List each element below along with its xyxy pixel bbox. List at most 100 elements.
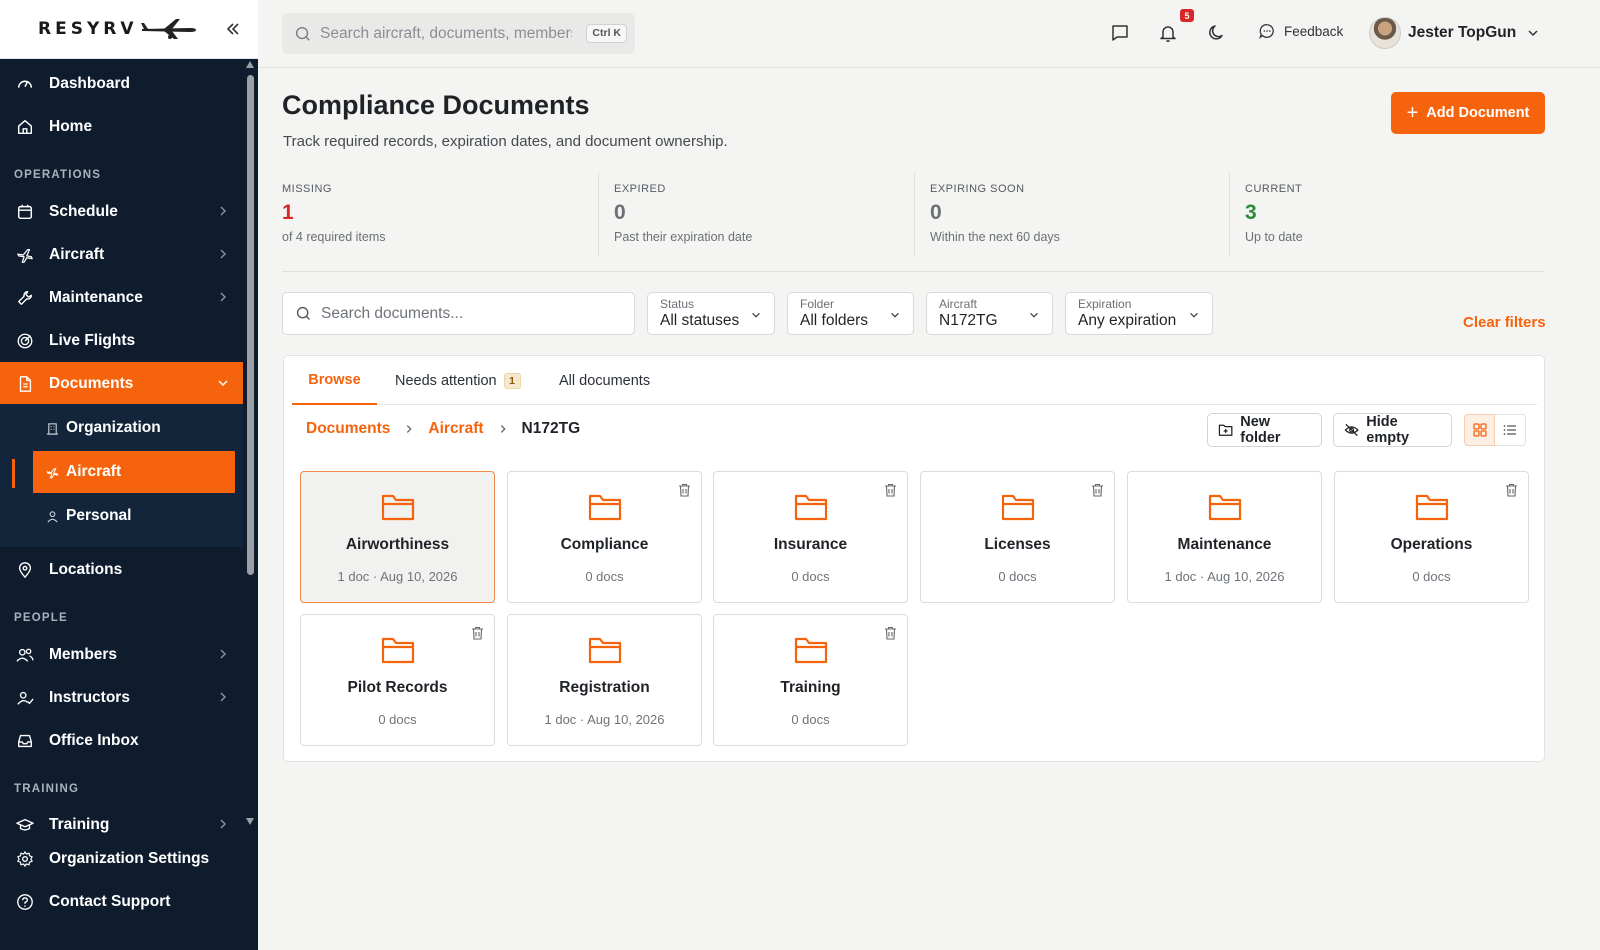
document-search-input[interactable]: Search documents... [282,292,635,335]
stat-label: EXPIRING SOON [930,183,1025,195]
new-folder-button[interactable]: New folder [1207,413,1322,447]
breadcrumb: Documents Aircraft N172TG [306,420,580,438]
folder-filter-select[interactable]: Folder All folders [787,292,914,335]
filter-value: All folders [800,312,869,329]
breadcrumb-aircraft[interactable]: Aircraft [428,420,483,438]
radar-icon [15,331,35,351]
tab-needs-attention[interactable]: Needs attention 1 [395,356,521,405]
moon-icon[interactable] [1206,22,1228,44]
sidebar-subitem-personal[interactable]: Personal [33,495,235,537]
trash-icon[interactable] [1091,483,1104,497]
scroll-down-arrow-icon[interactable] [246,818,254,825]
folder-card[interactable]: Registration 1 doc · Aug 10, 2026 [507,614,702,746]
chevron-down-icon [218,380,228,387]
users-icon [15,645,35,665]
stat-expiring-soon: EXPIRING SOON 0 Within the next 60 days [914,172,1230,256]
bell-icon[interactable] [1157,22,1179,44]
folder-card[interactable]: Maintenance 1 doc · Aug 10, 2026 [1127,471,1322,603]
sidebar-item-members[interactable]: Members [0,633,243,676]
clear-filters-link[interactable]: Clear filters [1463,314,1546,331]
folder-icon [381,637,415,664]
trash-icon[interactable] [471,626,484,640]
trash-icon[interactable] [1505,483,1518,497]
folder-meta: 1 doc · Aug 10, 2026 [1164,569,1285,584]
scrollbar-thumb[interactable] [247,75,254,575]
hide-empty-button[interactable]: Hide empty [1333,413,1452,447]
sidebar-item-instructors[interactable]: Instructors [0,676,243,719]
grid-view-button[interactable] [1464,414,1495,446]
scroll-up-arrow-icon[interactable] [246,61,254,68]
breadcrumb-documents[interactable]: Documents [306,420,390,438]
sidebar: RESYRV Dashboard Home OPERATIONS Schedul… [0,0,258,950]
sidebar-item-locations[interactable]: Locations [0,548,243,591]
sidebar-item-dashboard[interactable]: Dashboard [0,62,243,105]
sidebar-item-documents[interactable]: Documents [0,362,243,405]
status-filter-select[interactable]: Status All statuses [647,292,775,335]
sidebar-item-live-flights[interactable]: Live Flights [0,319,243,362]
expiration-filter-select[interactable]: Expiration Any expiration [1065,292,1213,335]
sidebar-item-training[interactable]: Training [0,803,243,833]
feedback-button[interactable]: Feedback [1258,22,1343,40]
tab-label: Needs attention [395,372,497,389]
sidebar-item-contact-support[interactable]: Contact Support [0,880,258,923]
trash-icon[interactable] [678,483,691,497]
folder-meta: 0 docs [1412,569,1451,584]
folder-name: Licenses [984,536,1051,553]
sidebar-item-organization-settings[interactable]: Organization Settings [0,837,258,880]
list-view-button[interactable] [1495,414,1526,446]
sidebar-scrollbar[interactable] [243,59,258,833]
sidebar-subitem-aircraft[interactable]: Aircraft [33,451,235,493]
view-toggle [1464,414,1527,446]
global-search-input[interactable]: Search aircraft, documents, members Ctrl… [282,13,635,54]
message-icon[interactable] [1109,22,1131,44]
trash-icon[interactable] [884,483,897,497]
sidebar-footer: Organization Settings Contact Support [0,833,258,950]
folder-plus-icon [1218,424,1233,436]
tab-browse[interactable]: Browse [292,356,377,405]
trash-icon[interactable] [884,626,897,640]
user-name: Jester TopGun [1408,24,1517,41]
sidebar-item-label: Schedule [49,202,118,220]
sidebar-item-schedule[interactable]: Schedule [0,190,243,233]
sidebar-item-office-inbox[interactable]: Office Inbox [0,719,243,762]
filter-label: Expiration [1078,297,1132,311]
folder-meta: 1 doc · Aug 10, 2026 [337,569,458,584]
sidebar-item-label: Office Inbox [49,731,139,749]
hide-empty-label: Hide empty [1366,414,1410,446]
folder-card[interactable]: Pilot Records 0 docs [300,614,495,746]
folder-card[interactable]: Training 0 docs [713,614,908,746]
chevron-right-icon [220,649,226,659]
chevron-right-icon [220,206,226,216]
filter-value: All statuses [660,312,740,329]
folder-card[interactable]: Compliance 0 docs [507,471,702,603]
submenu-indicator [12,459,15,488]
stat-label: EXPIRED [614,183,666,195]
folder-card[interactable]: Insurance 0 docs [713,471,908,603]
sidebar-item-aircraft[interactable]: Aircraft [0,233,243,276]
sidebar-item-home[interactable]: Home [0,105,243,148]
search-icon [296,306,310,320]
sidebar-item-label: Documents [49,374,134,392]
section-label-operations: OPERATIONS [14,169,102,181]
sidebar-item-label: Organization Settings [49,849,210,867]
aircraft-filter-select[interactable]: Aircraft N172TG [926,292,1053,335]
stat-description: Up to date [1245,230,1303,244]
folder-name: Airworthiness [345,536,450,553]
sidebar-subitem-organization[interactable]: Organization [33,407,235,449]
map-pin-icon [15,560,35,580]
filter-value: Any expiration [1078,312,1177,329]
user-menu[interactable]: Jester TopGun [1369,17,1540,49]
filter-label: Status [660,297,695,311]
sidebar-nav: Dashboard Home OPERATIONS Schedule Aircr… [0,59,243,833]
add-document-button[interactable]: + Add Document [1391,92,1545,134]
folder-card[interactable]: Operations 0 docs [1334,471,1529,603]
folder-card[interactable]: Airworthiness 1 doc · Aug 10, 2026 [300,471,495,603]
sidebar-subitem-label: Personal [66,507,132,524]
folder-name: Maintenance [1177,536,1272,553]
folder-card[interactable]: Licenses 0 docs [920,471,1115,603]
user-icon [45,509,59,523]
double-chevron-left-icon[interactable] [224,18,242,40]
stat-value: 0 [614,201,626,224]
sidebar-item-maintenance[interactable]: Maintenance [0,276,243,319]
tab-all-documents[interactable]: All documents [559,356,650,405]
